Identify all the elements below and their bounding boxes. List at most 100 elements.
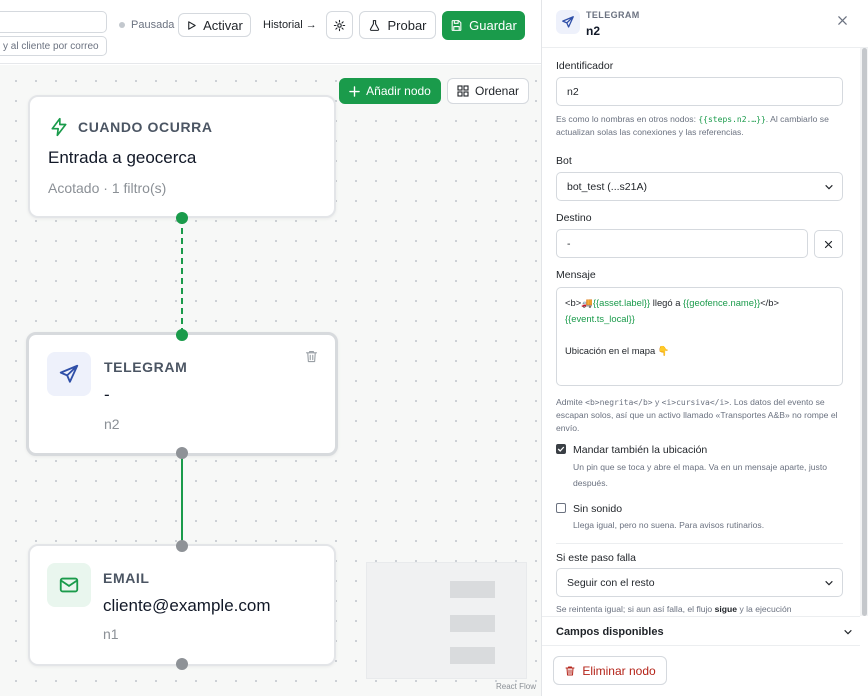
trash-icon <box>565 666 575 675</box>
node-title: Entrada a geocerca <box>48 148 197 167</box>
react-flow-attribution[interactable]: React Flow <box>496 682 536 691</box>
order-label: Ordenar <box>474 84 520 98</box>
check-icon <box>557 446 565 452</box>
flask-icon <box>370 19 380 31</box>
silent-label[interactable]: Sin sonido <box>573 503 622 515</box>
send-location-label[interactable]: Mandar también la ubicación <box>573 444 707 456</box>
save-icon <box>451 20 462 31</box>
node-icon-box <box>47 352 91 396</box>
bot-value: bot_test (...s21A) <box>567 180 647 193</box>
silent-help: Llega igual, pero no suena. Para avisos … <box>573 520 765 530</box>
silent-checkbox[interactable] <box>556 503 566 513</box>
minimap[interactable] <box>366 562 527 679</box>
add-node-button[interactable]: Añadir nodo <box>339 78 441 104</box>
telegram-output-handle[interactable] <box>176 447 188 459</box>
clear-destination-button[interactable] <box>814 230 843 258</box>
play-icon <box>188 20 196 30</box>
test-button[interactable]: Probar <box>359 11 436 39</box>
status-label: Pausada <box>131 19 175 31</box>
settings-button[interactable] <box>326 11 353 39</box>
minimap-node <box>450 615 495 632</box>
node-subtitle: n1 <box>103 626 119 642</box>
chevron-down-icon <box>825 184 833 189</box>
node-subtitle: Acotado · 1 filtro(s) <box>48 180 167 196</box>
panel-header: TELEGRAM n2 <box>542 0 868 48</box>
identifier-help: Es como lo nombras en otros nodos: {{ste… <box>556 114 829 137</box>
edge-telegram-email[interactable] <box>181 458 183 546</box>
node-icon-box <box>47 563 91 607</box>
failure-help: Se reintenta igual; si aun así falla, el… <box>556 604 792 614</box>
close-icon <box>824 240 833 248</box>
node-kind: CUANDO OCURRA <box>78 119 213 135</box>
activate-label: Activar <box>203 17 243 33</box>
editor-toolbar: y al cliente por correo Pausada Activar … <box>0 0 541 64</box>
save-button[interactable]: Guardar <box>442 11 525 40</box>
trash-icon[interactable] <box>304 349 319 364</box>
test-label: Probar <box>387 17 427 33</box>
message-line: <b>🚚{{asset.label}} llegó a {{geofence.n… <box>565 297 779 308</box>
delete-node-label: Eliminar nodo <box>582 663 656 678</box>
lightning-icon <box>51 117 67 137</box>
minimap-node <box>450 647 495 664</box>
node-kind: TELEGRAM <box>104 359 188 375</box>
failure-value: Seguir con el resto <box>567 576 655 589</box>
send-location-help: Un pin que se toca y abre el mapa. Va en… <box>573 462 827 488</box>
identifier-label: Identificador <box>556 60 614 72</box>
delete-node-button[interactable]: Eliminar nodo <box>553 656 667 685</box>
add-node-label: Añadir nodo <box>366 84 431 98</box>
destination-input[interactable]: - <box>556 229 808 258</box>
flow-name-input[interactable] <box>0 11 107 33</box>
failure-label: Si este paso falla <box>556 552 636 564</box>
order-button[interactable]: Ordenar <box>447 78 529 104</box>
destination-label: Destino <box>556 212 592 224</box>
trigger-output-handle[interactable] <box>176 212 188 224</box>
plus-icon <box>349 85 360 97</box>
node-title: - <box>104 385 110 404</box>
trigger-node[interactable]: CUANDO OCURRA Entrada a geocerca Acotado… <box>28 95 336 218</box>
available-fields-accordion[interactable]: Campos disponibles <box>542 616 860 646</box>
status-indicator: Pausada <box>119 19 174 31</box>
node-subtitle: n2 <box>104 416 120 432</box>
grid-icon <box>457 85 469 97</box>
node-kind: EMAIL <box>103 570 150 586</box>
email-node[interactable]: EMAIL cliente@example.com n1 <box>28 544 336 666</box>
edge-trigger-telegram[interactable] <box>180 218 184 334</box>
status-dot <box>119 22 125 28</box>
bot-select[interactable]: bot_test (...s21A) <box>556 172 843 201</box>
message-textarea[interactable]: <b>🚚{{asset.label}} llegó a {{geofence.n… <box>556 287 843 386</box>
chevron-down-icon <box>825 580 833 585</box>
destination-value: - <box>567 237 571 250</box>
telegram-input-handle[interactable] <box>176 329 188 341</box>
send-icon <box>59 364 79 383</box>
email-input-handle[interactable] <box>176 540 188 552</box>
panel-node-name: n2 <box>586 24 601 38</box>
panel-node-icon-box <box>556 10 580 34</box>
activate-button[interactable]: Activar <box>178 13 251 37</box>
divider <box>556 543 843 544</box>
available-fields-label: Campos disponibles <box>556 626 664 638</box>
panel-scrollbar-thumb[interactable] <box>862 48 867 616</box>
message-help: Admite <b>negrita</b> y <i>cursiva</i>. … <box>556 397 838 433</box>
send-location-checkbox[interactable] <box>556 444 566 454</box>
node-title: cliente@example.com <box>103 596 271 615</box>
message-line: Ubicación en el mapa 👇 <box>565 345 670 356</box>
history-link[interactable]: Historial → <box>263 19 317 31</box>
panel-node-kind: TELEGRAM <box>586 10 640 20</box>
flow-description-input[interactable]: y al cliente por correo <box>0 36 107 56</box>
message-line: {{event.ts_local}} <box>565 313 635 324</box>
identifier-input[interactable]: n2 <box>556 77 843 106</box>
message-label: Mensaje <box>556 269 596 281</box>
gear-icon <box>333 19 346 31</box>
minimap-node <box>450 581 495 598</box>
close-icon[interactable] <box>837 15 848 26</box>
bot-label: Bot <box>556 155 572 167</box>
email-output-handle[interactable] <box>176 658 188 670</box>
failure-select[interactable]: Seguir con el resto <box>556 568 843 597</box>
mail-icon <box>59 577 79 593</box>
node-settings-panel: TELEGRAM n2 Identificador n2 Es como lo … <box>541 0 868 696</box>
message-line <box>565 327 834 343</box>
telegram-node[interactable]: TELEGRAM - n2 <box>26 332 338 456</box>
identifier-value: n2 <box>567 85 579 98</box>
chevron-down-icon <box>844 629 852 635</box>
save-label: Guardar <box>469 18 517 33</box>
